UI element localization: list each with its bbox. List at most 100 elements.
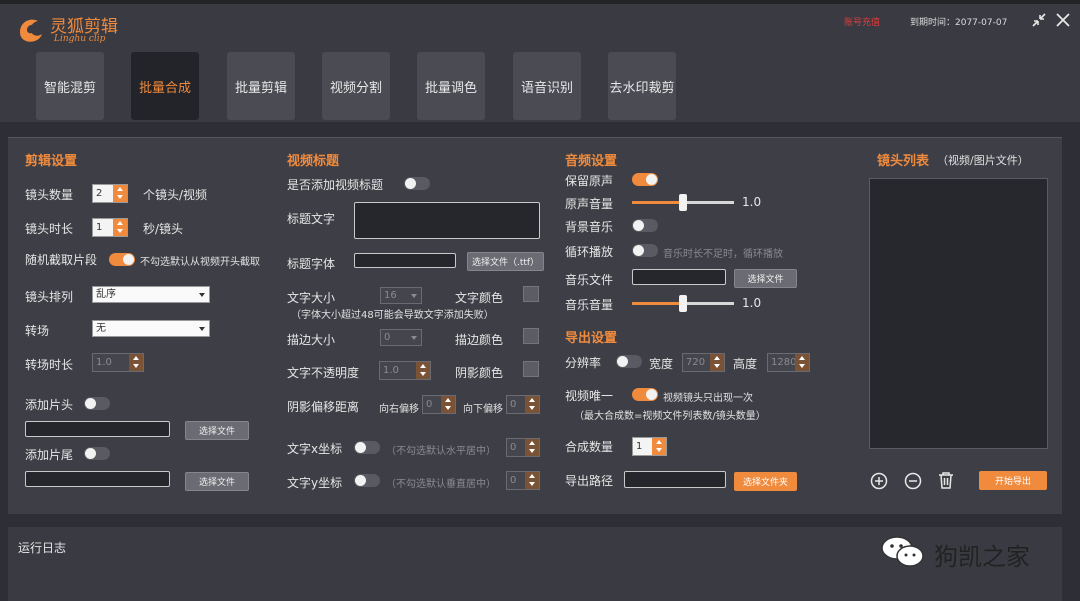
export-path-label: 导出路径 [565,474,614,488]
stroke-color-swatch[interactable] [523,328,539,344]
shot-duration-label: 镜头时长 [25,222,74,236]
music-volume-slider[interactable] [632,295,734,312]
video-title-heading: 视频标题 [287,154,340,169]
trash-icon[interactable] [937,471,955,490]
tab-batch-edit[interactable]: 批量剪辑 [227,52,295,120]
recharge-link[interactable]: 账号充值 [844,15,880,28]
shadow-color-label: 阴影颜色 [455,366,504,380]
width-label: 宽度 [649,357,674,371]
text-y-note: （不勾选默认垂直居中） [386,479,496,490]
shot-count-label: 镜头数量 [25,188,74,202]
music-file-input[interactable] [632,269,726,285]
app-subtitle: Linghu clip [54,34,106,44]
stepper-arrows-icon[interactable] [129,354,143,371]
shot-duration-stepper[interactable]: 1 [92,218,128,237]
loop-play-toggle[interactable] [632,244,658,257]
tab-video-split[interactable]: 视频分割 [322,52,390,120]
head-select-file-button[interactable]: 选择文件 [185,421,249,440]
shot-list[interactable] [869,178,1048,449]
stepper-arrows-icon[interactable] [795,354,809,371]
music-select-file-button[interactable]: 选择文件 [734,269,797,288]
stepper-arrows-icon[interactable] [710,354,724,371]
height-stepper[interactable]: 1280 [767,353,810,372]
expire-date: 到期时间：2077-07-07 [910,18,1008,28]
title-text-input[interactable] [354,202,540,239]
offset-down-stepper[interactable]: 0 [506,395,540,414]
text-opacity-label: 文字不透明度 [287,366,360,380]
text-x-label: 文字x坐标 [287,442,343,456]
slider-handle[interactable] [679,295,687,312]
minimize-icon[interactable] [1030,11,1048,29]
transition-duration-stepper[interactable]: 1.0 [92,353,144,372]
text-x-toggle[interactable] [354,441,380,454]
stepper-arrows-icon[interactable] [441,396,455,413]
text-size-select[interactable]: 16 [380,287,422,304]
slider-handle[interactable] [679,194,687,211]
tab-smart-mix[interactable]: 智能混剪 [36,52,104,120]
stroke-size-label: 描边大小 [287,333,336,347]
text-x-note: （不勾选默认水平居中） [386,446,496,457]
stroke-size-select[interactable]: 0 [380,329,422,346]
stepper-arrows-icon[interactable] [113,219,127,236]
shot-order-select[interactable]: 乱序 [92,286,210,303]
title-font-input[interactable] [354,253,456,268]
tab-watermark-crop[interactable]: 去水印裁剪 [608,52,676,120]
music-volume-label: 音乐音量 [565,298,614,312]
stepper-arrows-icon[interactable] [525,396,539,413]
transition-select[interactable]: 无 [92,320,210,337]
add-tail-label: 添加片尾 [25,448,74,462]
stepper-arrows-icon[interactable] [525,439,539,456]
offset-right-stepper[interactable]: 0 [422,395,456,414]
font-select-file-button[interactable]: 选择文件（.ttf） [467,252,544,271]
select-folder-button[interactable]: 选择文件夹 [734,472,797,491]
stepper-arrows-icon[interactable] [416,362,430,379]
text-color-swatch[interactable] [523,286,539,302]
random-clip-toggle[interactable] [109,253,135,266]
remove-icon[interactable] [904,472,922,490]
text-x-stepper[interactable]: 0 [506,438,540,457]
start-export-button[interactable]: 开始导出 [979,471,1047,490]
keep-original-toggle[interactable] [632,173,658,186]
title-text-label: 标题文字 [287,212,336,226]
shot-order-label: 镜头排列 [25,290,74,304]
original-volume-slider[interactable] [632,194,734,211]
shadow-color-swatch[interactable] [523,361,539,377]
compose-count-label: 合成数量 [565,440,614,454]
head-file-input[interactable] [25,421,170,437]
fox-logo-icon [20,19,42,42]
export-path-input[interactable] [624,471,726,488]
width-stepper[interactable]: 720 [682,353,725,372]
resolution-toggle[interactable] [616,355,642,368]
tab-batch-color[interactable]: 批量调色 [417,52,485,120]
tab-speech-recognition[interactable]: 语音识别 [513,52,581,120]
text-y-stepper[interactable]: 0 [506,471,540,490]
video-unique-toggle[interactable] [632,388,658,401]
shot-duration-unit: 秒/镜头 [143,222,184,236]
title-font-label: 标题字体 [287,257,336,271]
stepper-arrows-icon[interactable] [113,185,127,202]
add-tail-toggle[interactable] [84,447,110,460]
text-y-toggle[interactable] [354,474,380,487]
text-opacity-stepper[interactable]: 1.0 [379,361,431,380]
text-color-label: 文字颜色 [455,291,504,305]
stepper-arrows-icon[interactable] [652,438,666,455]
background-music-toggle[interactable] [632,219,658,232]
wechat-icon [881,536,924,567]
edit-settings-heading: 剪辑设置 [25,154,78,169]
shot-list-heading: 镜头列表 [877,154,930,169]
add-title-toggle[interactable] [404,177,430,190]
tail-select-file-button[interactable]: 选择文件 [185,472,249,491]
chevron-down-icon [199,327,205,331]
close-icon[interactable] [1054,11,1072,29]
resolution-label: 分辨率 [565,356,602,370]
tail-file-input[interactable] [25,471,170,487]
add-head-toggle[interactable] [84,397,110,410]
shot-count-stepper[interactable]: 2 [92,184,128,203]
transition-label: 转场 [25,324,50,338]
stepper-arrows-icon[interactable] [525,472,539,489]
add-icon[interactable] [870,472,888,490]
audio-settings-heading: 音频设置 [565,154,618,169]
add-head-label: 添加片头 [25,398,74,412]
tab-batch-compose[interactable]: 批量合成 [131,52,199,120]
compose-count-stepper[interactable]: 1 [632,437,667,456]
